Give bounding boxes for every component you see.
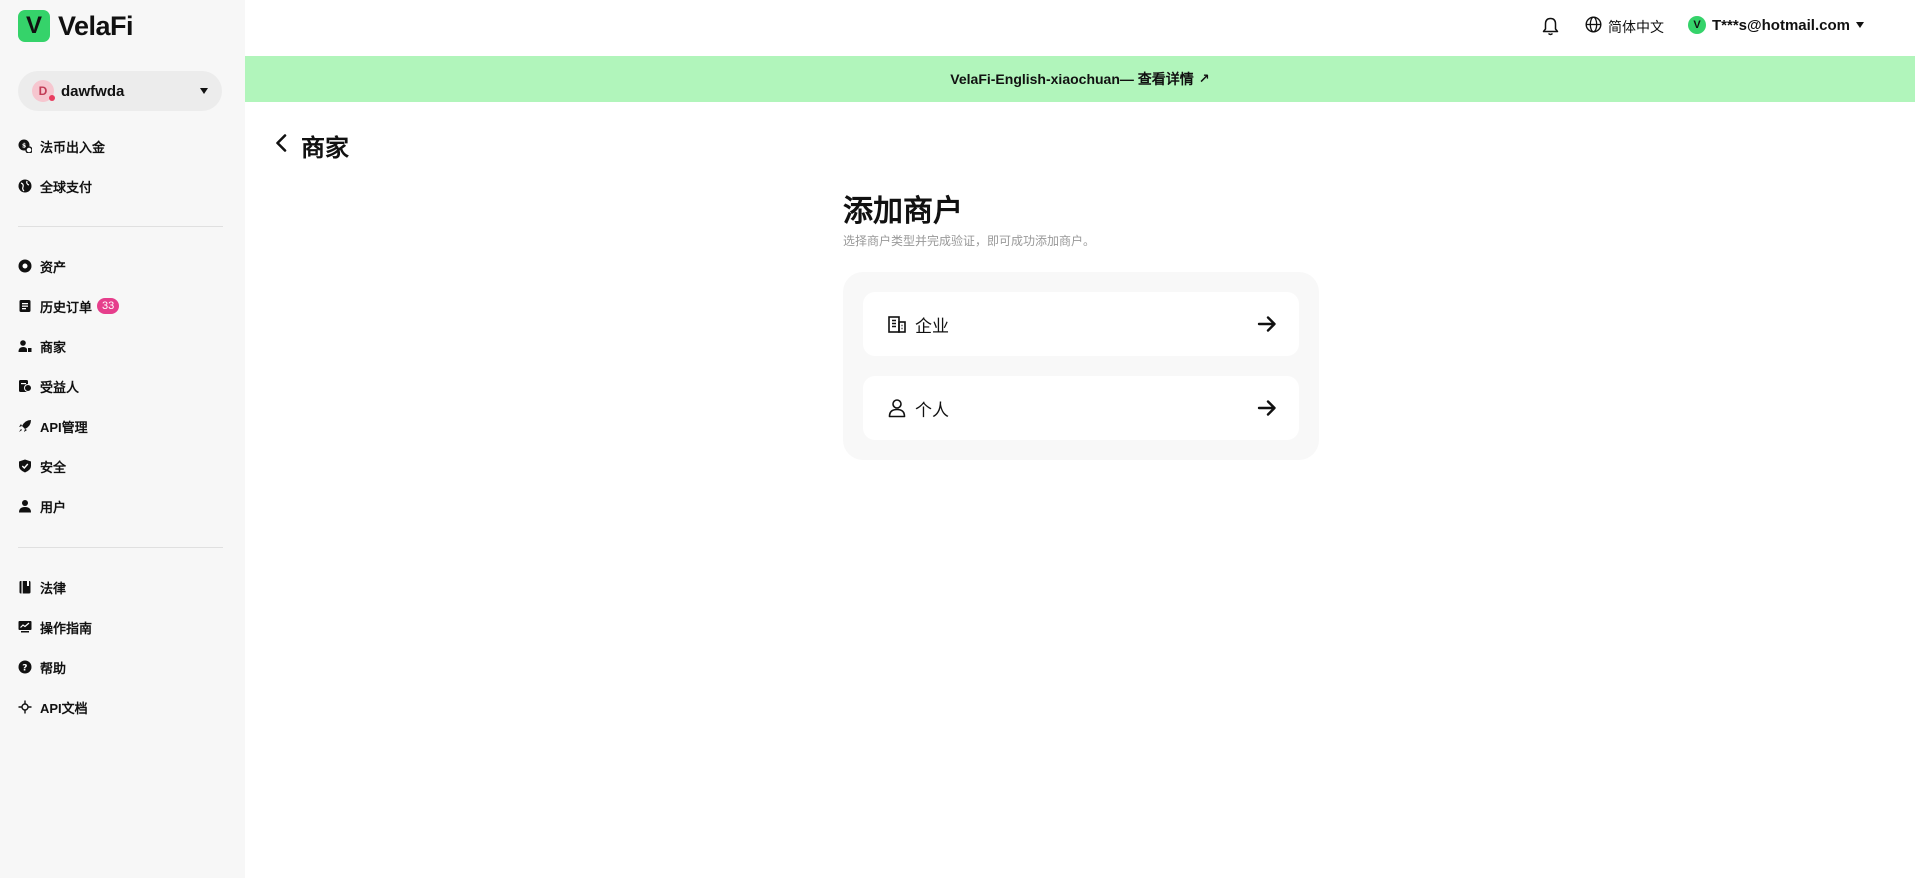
sidebar-item-help[interactable]: ? 帮助 [18, 647, 223, 687]
sidebar-item-label: 受益人 [40, 379, 80, 395]
sidebar-item-label: 商家 [40, 339, 67, 355]
account-switcher[interactable]: D dawfwda [18, 71, 222, 111]
sidebar-item-users[interactable]: 用户 [18, 486, 223, 526]
globe-icon [1585, 16, 1602, 38]
merchant-type-panel: 企业 个人 [843, 272, 1319, 460]
nav-group-payments: $ 法币出入金 全球支付 [18, 126, 223, 206]
external-link-icon: ↗ [1198, 71, 1210, 86]
sidebar-item-label: 帮助 [40, 660, 67, 676]
banner-text: VelaFi-English-xiaochuan— 查看详情 [950, 71, 1194, 87]
sidebar-item-label: 用户 [40, 499, 67, 515]
top-bar: 简体中文 V T***s@hotmail.com [245, 0, 1915, 55]
section-subheading: 选择商户类型并完成验证，即可成功添加商户。 [843, 234, 1096, 248]
language-label: 简体中文 [1608, 19, 1664, 35]
building-icon [887, 314, 907, 334]
app-logo[interactable]: V VelaFi [18, 10, 134, 42]
logo-mark: V [18, 10, 50, 42]
sidebar-divider [18, 547, 223, 548]
api-docs-icon [18, 700, 32, 714]
coin-icon [18, 259, 32, 273]
help-icon: ? [18, 660, 32, 674]
book-icon [18, 580, 32, 594]
merchant-icon [18, 339, 32, 353]
arrow-right-icon [1257, 314, 1277, 334]
chevron-left-icon [275, 134, 287, 157]
caret-down-icon [1856, 22, 1864, 28]
presentation-icon [18, 620, 32, 634]
sidebar-item-label: 法律 [40, 580, 67, 596]
logo-text: VelaFi [58, 10, 134, 41]
sidebar-item-beneficiary[interactable]: 受益人 [18, 366, 223, 406]
sidebar-item-label: API管理 [40, 419, 88, 435]
sidebar: V VelaFi D dawfwda $ 法币出入金 全球支付 资产 历史订单 … [0, 0, 245, 878]
option-label: 企业 [915, 316, 949, 336]
back-button[interactable]: 商家 [275, 128, 349, 163]
option-individual[interactable]: 个人 [863, 376, 1299, 440]
caret-down-icon [200, 88, 208, 94]
person-icon [887, 398, 907, 418]
sidebar-item-label: 资产 [40, 259, 67, 275]
user-menu[interactable]: V T***s@hotmail.com [1688, 16, 1864, 34]
sidebar-item-label: 法币出入金 [40, 139, 106, 155]
sidebar-item-label: 历史订单 [40, 299, 93, 315]
user-icon [18, 499, 32, 513]
svg-text:?: ? [22, 664, 27, 674]
section-heading: 添加商户 [843, 195, 963, 228]
arrow-right-icon [1257, 398, 1277, 418]
sidebar-item-fiat[interactable]: $ 法币出入金 [18, 126, 223, 166]
user-email: T***s@hotmail.com [1712, 16, 1850, 34]
sidebar-divider [18, 226, 223, 227]
fiat-exchange-icon: $ [18, 139, 32, 153]
announcement-banner[interactable]: VelaFi-English-xiaochuan— 查看详情 ↗ [245, 56, 1915, 102]
sidebar-item-legal[interactable]: 法律 [18, 567, 223, 607]
sidebar-item-assets[interactable]: 资产 [18, 246, 223, 286]
sidebar-item-label: 全球支付 [40, 179, 93, 195]
sidebar-item-orders[interactable]: 历史订单 33 [18, 286, 223, 326]
account-name: dawfwda [61, 82, 125, 100]
beneficiary-icon [18, 379, 32, 393]
language-selector[interactable]: 简体中文 [1585, 16, 1664, 38]
option-label: 个人 [915, 400, 949, 420]
orders-count-badge: 33 [97, 298, 120, 314]
nav-group-resources: 法律 操作指南 ? 帮助 API文档 [18, 567, 223, 727]
rocket-icon [18, 419, 32, 433]
nav-group-main: 资产 历史订单 33 商家 受益人 API管理 安全 用户 [18, 246, 223, 526]
sidebar-item-api-management[interactable]: API管理 [18, 406, 223, 446]
sidebar-item-global-pay[interactable]: 全球支付 [18, 166, 223, 206]
sidebar-item-api-docs[interactable]: API文档 [18, 687, 223, 727]
sidebar-item-merchant[interactable]: 商家 [18, 326, 223, 366]
sidebar-item-guide[interactable]: 操作指南 [18, 607, 223, 647]
svg-text:$: $ [22, 143, 26, 150]
avatar: V [1688, 16, 1706, 34]
page-title: 商家 [301, 135, 349, 162]
globe-icon [18, 179, 32, 193]
sidebar-item-label: 操作指南 [40, 620, 93, 636]
account-avatar: D [32, 80, 55, 102]
orders-icon [18, 299, 32, 313]
sidebar-item-label: API文档 [40, 700, 88, 716]
sidebar-item-label: 安全 [40, 459, 67, 475]
shield-icon [18, 459, 32, 473]
bell-icon[interactable] [1542, 17, 1559, 41]
option-enterprise[interactable]: 企业 [863, 292, 1299, 356]
sidebar-item-security[interactable]: 安全 [18, 446, 223, 486]
